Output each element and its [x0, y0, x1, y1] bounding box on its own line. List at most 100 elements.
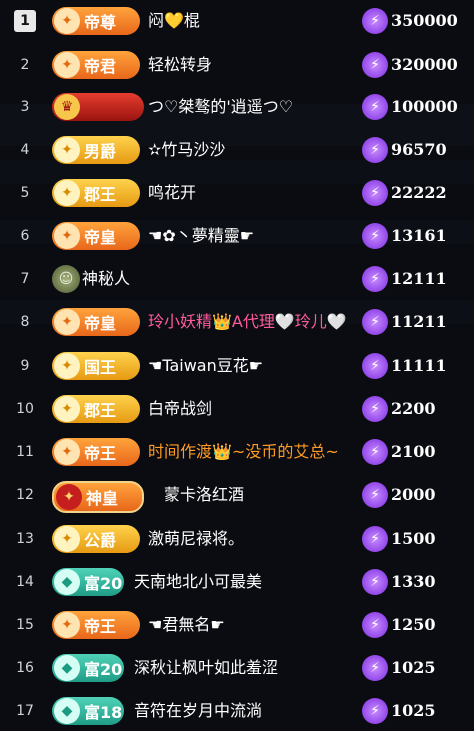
contribution-amount: 100000: [391, 96, 458, 116]
lightning-bolt-icon: ⚡: [362, 93, 388, 120]
ranking-row[interactable]: 15 ✦ 帝王 ☚君無名☛ ⚡ 1250: [0, 604, 474, 645]
ranking-row[interactable]: 5 ✦ 郡王 鸣花开 ⚡ 22222: [0, 172, 474, 213]
user-nickname[interactable]: 神秘人: [82, 269, 130, 289]
rank-emblem-icon: ✦: [54, 7, 80, 34]
rank-badge: ✦ 郡王: [52, 394, 140, 423]
ranking-row[interactable]: 16 ◆ 富20 深秋让枫叶如此羞涩 ⚡ 1025: [0, 647, 474, 688]
user-nickname[interactable]: ☚Taiwan豆花☛: [148, 356, 263, 376]
rank-badge-label: 国王: [84, 357, 117, 377]
rank-emblem-icon: ♛: [54, 93, 80, 120]
ranking-row[interactable]: 14 ◆ 富20 天南地北小可最美 ⚡ 1330: [0, 561, 474, 602]
rank-badge: ✦ 帝王: [52, 610, 140, 639]
lightning-bolt-icon: ⚡: [362, 568, 388, 595]
user-nickname[interactable]: 鸣花开: [148, 183, 196, 203]
ranking-row[interactable]: 4 ✦ 男爵 ✫竹马沙沙 ⚡ 96570: [0, 129, 474, 170]
user-nickname[interactable]: 白帝战剑: [148, 399, 212, 419]
user-nickname[interactable]: 闷💛棍: [148, 11, 200, 31]
lightning-bolt-icon: ⚡: [362, 654, 388, 681]
contribution-amount: 320000: [391, 54, 458, 74]
rank-number: 12: [16, 486, 34, 503]
rank-emblem-icon: ✦: [54, 611, 80, 638]
lightning-bolt-icon: ⚡: [362, 395, 388, 422]
rank-emblem-icon: ✦: [54, 525, 80, 552]
rank-badge: ♛: [52, 92, 144, 121]
rank-badge-label: 公爵: [84, 530, 117, 550]
rank-badge-label: 富20: [84, 573, 123, 593]
lightning-bolt-icon: ⚡: [362, 51, 388, 78]
rank-emblem-icon: ✦: [54, 222, 80, 249]
user-nickname[interactable]: 深秋让枫叶如此羞涩: [134, 658, 278, 678]
ranking-row[interactable]: 12 ✦ 神皇 蒙卡洛红酒 ⚡ 2000: [0, 474, 474, 515]
ranking-row[interactable]: 3 ♛ つ♡桀骜的'逍遥つ♡ ⚡ 100000: [0, 86, 474, 127]
rank-badge: ✦ 帝君: [52, 50, 140, 79]
user-nickname[interactable]: 轻松转身: [148, 55, 212, 75]
rank-badge: ✦ 帝尊: [52, 6, 140, 35]
contribution-amount: 1250: [391, 614, 436, 634]
rank-badge-label: 帝君: [84, 56, 117, 76]
rank-emblem-icon: ✦: [54, 395, 80, 422]
rank-emblem-icon: ◆: [54, 654, 80, 681]
ranking-row[interactable]: 7 ☺ 神秘人 ⚡ 12111: [0, 258, 474, 299]
ranking-row[interactable]: 2 ✦ 帝君 轻松转身 ⚡ 320000: [0, 44, 474, 85]
rank-badge: ✦ 帝皇: [52, 221, 140, 250]
contribution-amount: 1025: [391, 657, 436, 677]
contribution-amount: 350000: [391, 10, 458, 30]
rank-badge-label: 帝王: [84, 443, 117, 463]
rank-number: 4: [20, 141, 30, 158]
rank-badge: ✦ 郡王: [52, 178, 140, 207]
rank-number: 16: [16, 659, 34, 676]
contribution-amount: 13161: [391, 225, 447, 245]
rank-badge-label: 郡王: [84, 400, 117, 420]
rank-badge: ✦ 帝王: [52, 437, 140, 466]
lightning-bolt-icon: ⚡: [362, 611, 388, 638]
contribution-amount: 12111: [391, 268, 447, 288]
user-nickname[interactable]: 玲小妖精👑A代理🤍玲儿🤍: [148, 312, 347, 332]
rank-number: 2: [20, 56, 30, 73]
user-nickname[interactable]: ✫竹马沙沙: [148, 140, 225, 160]
rank-badge-label: 郡王: [84, 184, 117, 204]
user-nickname[interactable]: 音符在岁月中流淌: [134, 701, 262, 721]
rank-emblem-icon: ✦: [56, 483, 82, 510]
ranking-row[interactable]: 1 ✦ 帝尊 闷💛棍 ⚡ 350000: [0, 0, 474, 41]
contribution-amount: 11211: [391, 311, 447, 331]
avatar[interactable]: ☺: [52, 264, 80, 293]
rank-badge: ✦ 公爵: [52, 524, 140, 553]
user-nickname[interactable]: つ♡桀骜的'逍遥つ♡: [148, 97, 293, 117]
contribution-amount: 96570: [391, 139, 447, 159]
ranking-row[interactable]: 13 ✦ 公爵 激萌尼禄将。 ⚡ 1500: [0, 518, 474, 559]
rank-number: 15: [16, 616, 34, 633]
lightning-bolt-icon: ⚡: [362, 265, 388, 292]
rank-number: 9: [20, 357, 30, 374]
rank-badge-label: 帝皇: [84, 313, 117, 333]
user-nickname[interactable]: ☚✿丶夢精靈☛: [148, 226, 254, 246]
rank-badge-label: 富18: [84, 702, 123, 722]
user-nickname[interactable]: 蒙卡洛红酒: [164, 485, 244, 505]
lightning-bolt-icon: ⚡: [362, 222, 388, 249]
contribution-amount: 22222: [391, 182, 447, 202]
rank-emblem-icon: ✦: [54, 352, 80, 379]
lightning-bolt-icon: ⚡: [362, 136, 388, 163]
ranking-row[interactable]: 17 ◆ 富18 音符在岁月中流淌 ⚡ 1025: [0, 690, 474, 731]
ranking-row[interactable]: 6 ✦ 帝皇 ☚✿丶夢精靈☛ ⚡ 13161: [0, 215, 474, 256]
user-nickname[interactable]: 时间作渡👑~没币的艾总~: [148, 442, 339, 462]
contribution-ranking-list: 1 ✦ 帝尊 闷💛棍 ⚡ 350000 2 ✦ 帝君 轻松转身 ⚡ 320000 3 ♛ つ♡桀骜的'逍遥つ…: [0, 0, 474, 731]
contribution-amount: 1500: [391, 528, 436, 548]
rank-badge-label: 帝王: [84, 616, 117, 636]
user-nickname[interactable]: 激萌尼禄将。: [148, 529, 244, 549]
user-nickname[interactable]: 天南地北小可最美: [134, 572, 262, 592]
ranking-row[interactable]: 8 ✦ 帝皇 玲小妖精👑A代理🤍玲儿🤍 ⚡ 11211: [0, 301, 474, 342]
rank-number: 10: [16, 400, 34, 417]
contribution-amount: 2200: [391, 398, 436, 418]
ranking-row[interactable]: 10 ✦ 郡王 白帝战剑 ⚡ 2200: [0, 388, 474, 429]
rank-badge-label: 男爵: [84, 141, 117, 161]
rank-badge: ◆ 富18: [52, 696, 124, 725]
ranking-row[interactable]: 9 ✦ 国王 ☚Taiwan豆花☛ ⚡ 11111: [0, 345, 474, 386]
ranking-row[interactable]: 11 ✦ 帝王 时间作渡👑~没币的艾总~ ⚡ 2100: [0, 431, 474, 472]
rank-badge-label: 富20: [84, 659, 123, 679]
rank-number: 5: [20, 184, 30, 201]
user-nickname[interactable]: ☚君無名☛: [148, 615, 225, 635]
rank-badge: ✦ 帝皇: [52, 307, 140, 336]
contribution-amount: 1330: [391, 571, 436, 591]
rank-badge: ✦ 男爵: [52, 135, 140, 164]
rank-number: 7: [20, 270, 30, 287]
